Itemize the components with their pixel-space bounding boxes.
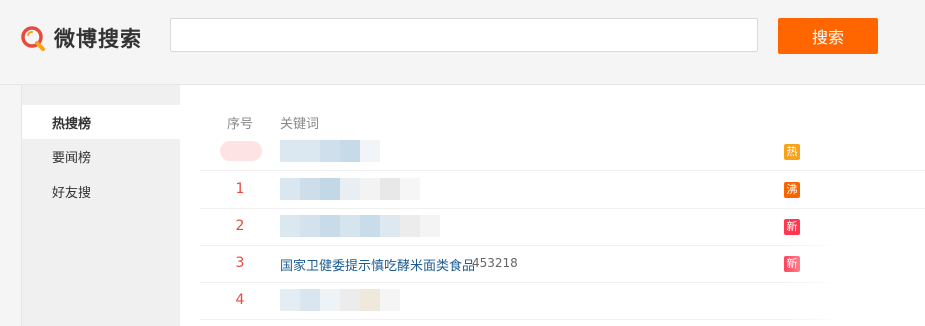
column-header-keyword: 关键词	[280, 117, 320, 132]
table-row[interactable]: 热	[200, 133, 925, 171]
blurred-keyword[interactable]	[280, 215, 440, 237]
table-row[interactable]: 1 沸	[200, 171, 925, 209]
header: 微博搜索 搜索	[0, 0, 925, 85]
weibo-search-logo[interactable]: 微博搜索	[20, 24, 142, 52]
pinned-rank-marker	[220, 141, 262, 161]
sidebar-item-friends-search[interactable]: 好友搜	[22, 174, 180, 208]
boiling-badge: 沸	[784, 182, 800, 198]
search-input[interactable]	[170, 18, 758, 52]
logo-icon	[20, 24, 48, 52]
rank-number: 4	[235, 292, 245, 308]
search-count: 453218	[472, 256, 518, 270]
rank-number: 2	[235, 218, 245, 234]
sidebar-item-hot-search[interactable]: 热搜榜	[22, 105, 180, 139]
blurred-keyword[interactable]	[280, 178, 420, 200]
hot-search-list: 序号 关键词 热 1 沸 2 新 3 国家卫健委提示慎吃酵米面类食品 45321…	[180, 85, 925, 326]
sidebar-item-news[interactable]: 要闻榜	[22, 139, 180, 173]
rank-number: 1	[235, 181, 245, 197]
keyword-link[interactable]: 国家卫健委提示慎吃酵米面类食品	[280, 255, 475, 274]
hot-badge: 热	[784, 144, 800, 160]
rank-number: 3	[235, 255, 245, 271]
new-badge: 新	[784, 219, 800, 235]
search-button[interactable]: 搜索	[778, 18, 878, 54]
logo-text: 微博搜索	[54, 27, 142, 51]
blurred-keyword[interactable]	[280, 140, 380, 162]
fade-overlay	[780, 245, 925, 326]
table-row[interactable]: 2 新	[200, 208, 925, 246]
column-header-rank: 序号	[227, 117, 254, 132]
sidebar: 热搜榜 要闻榜 好友搜	[21, 85, 180, 326]
blurred-keyword[interactable]	[280, 289, 400, 311]
